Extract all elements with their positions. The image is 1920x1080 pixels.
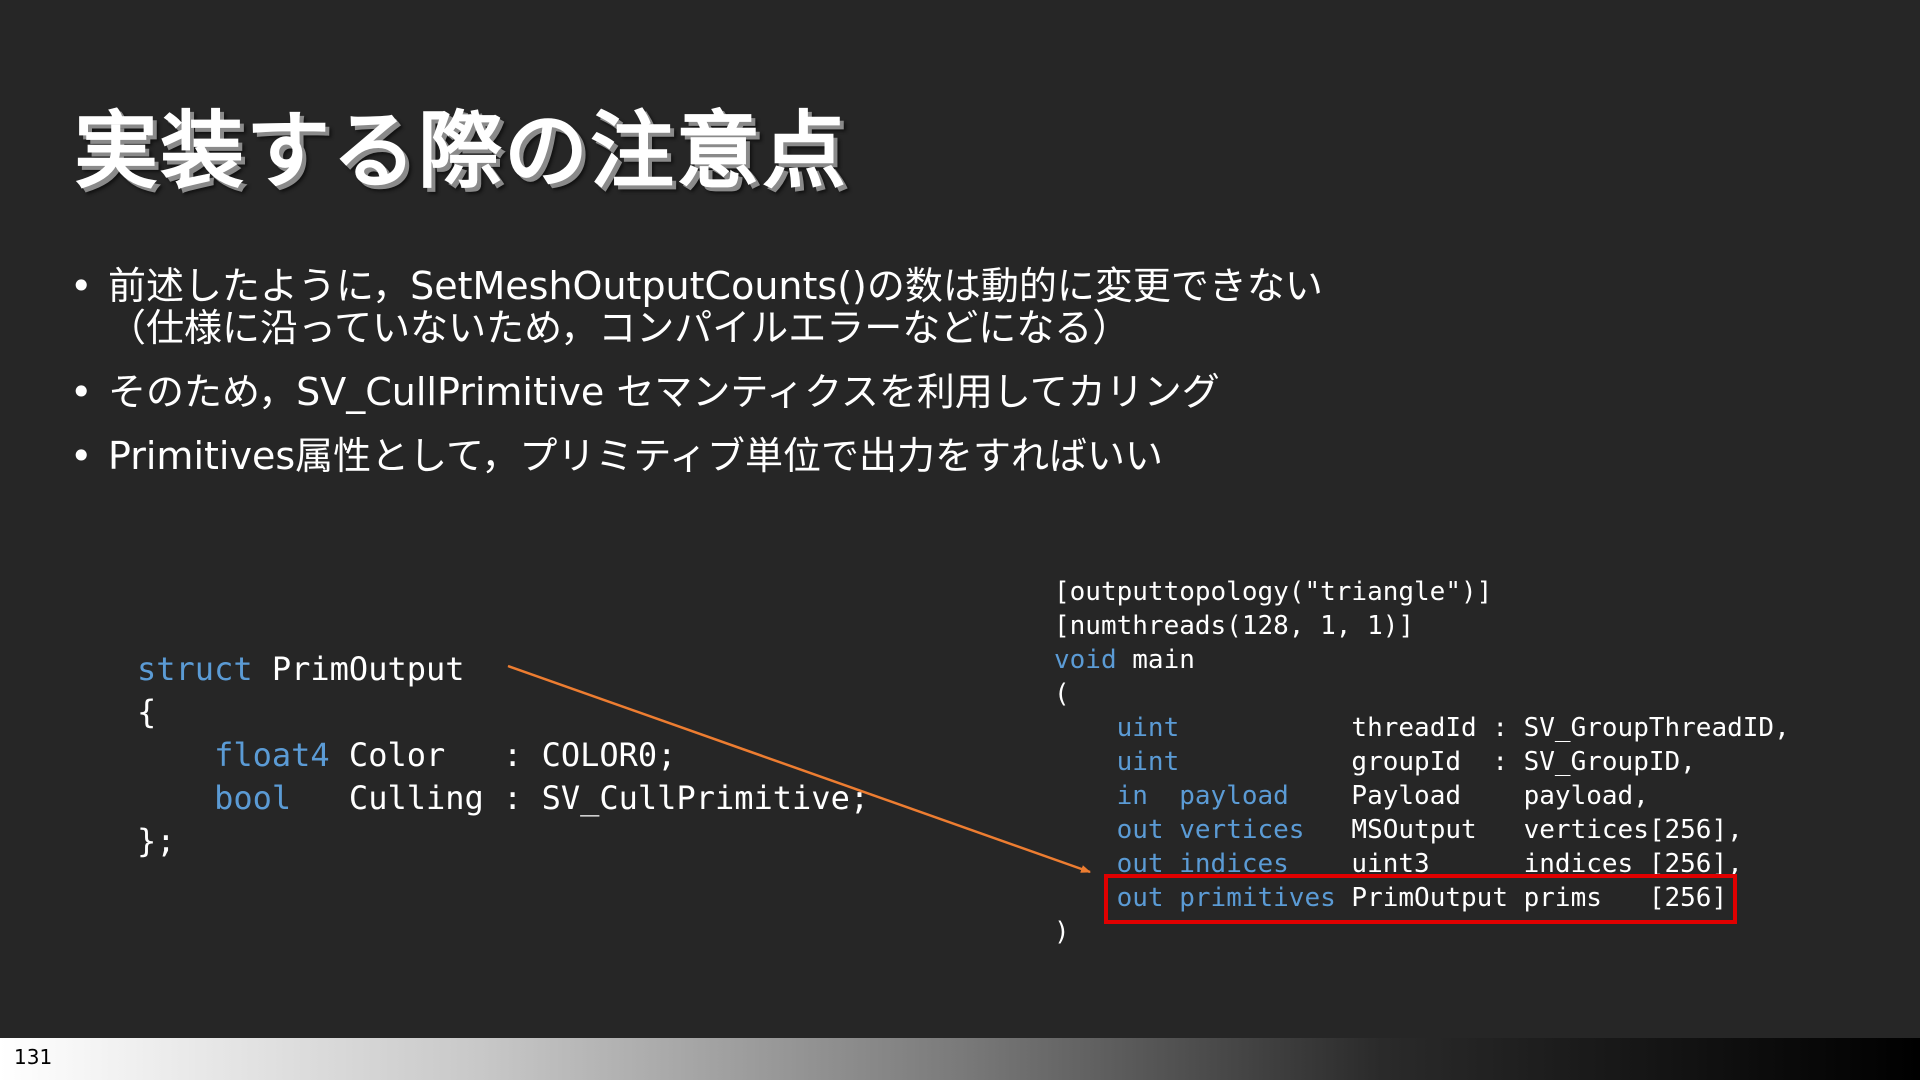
bullet-text-continuation: （仕様に沿っていないため，コンパイルエラーなどになる） (108, 306, 1131, 350)
code-text: Culling : SV_CullPrimitive; (291, 779, 870, 817)
code-keyword: struct (137, 650, 253, 688)
struct-code-block: struct PrimOutput{ float4 Color : COLOR0… (137, 648, 869, 863)
code-line: uint groupId : SV_GroupID, (1054, 745, 1790, 779)
bullet-marker: • (70, 434, 93, 478)
bullet-item: • Primitives属性として，プリミティブ単位で出力をすればいい (70, 435, 1850, 477)
code-keyword: in payload (1116, 781, 1289, 811)
highlight-box (1104, 874, 1737, 924)
code-keyword: uint (1116, 747, 1180, 777)
footer-gradient-bar (0, 1038, 1920, 1080)
code-keyword: bool (214, 779, 292, 817)
code-line: { (137, 693, 157, 731)
code-text: Color : COLOR0; (329, 736, 677, 774)
bullet-marker: • (70, 264, 93, 308)
code-keyword: void (1054, 645, 1117, 675)
code-line: void main (1054, 643, 1790, 677)
slide-title: 実装する際の注意点 (74, 102, 849, 200)
code-text: groupId : SV_GroupID, (1179, 747, 1696, 777)
slide: 実装する際の注意点 • 前述したように，SetMeshOutputCounts(… (0, 0, 1920, 1080)
code-line: [outputtopology("triangle")] (1054, 577, 1493, 607)
code-line: [numthreads(128, 1, 1)] (1054, 611, 1415, 641)
code-line: bool Culling : SV_CullPrimitive; (137, 777, 869, 820)
bullet-text: Primitives属性として，プリミティブ単位で出力をすればいい (108, 434, 1164, 478)
code-text: main (1116, 645, 1195, 675)
bullet-list: • 前述したように，SetMeshOutputCounts()の数は動的に変更で… (70, 265, 1850, 499)
code-text: MSOutput vertices[256], (1304, 815, 1743, 845)
code-text: threadId : SV_GroupThreadID, (1179, 713, 1790, 743)
bullet-text: 前述したように，SetMeshOutputCounts()の数は動的に変更できな… (108, 264, 1323, 308)
code-line: out vertices MSOutput vertices[256], (1054, 813, 1790, 847)
code-keyword: float4 (214, 736, 330, 774)
code-keyword: out vertices (1116, 815, 1305, 845)
code-line: struct PrimOutput (137, 648, 869, 691)
bullet-marker: • (70, 370, 93, 414)
bullet-text: そのため，SV_CullPrimitive セマンティクスを利用してカリング (108, 370, 1220, 414)
code-text: Payload payload, (1288, 781, 1649, 811)
bullet-item: • そのため，SV_CullPrimitive セマンティクスを利用してカリング (70, 371, 1850, 413)
code-line: }; (137, 822, 176, 860)
page-number: 131 (14, 1045, 53, 1069)
code-line: ( (1054, 679, 1070, 709)
code-line: in payload Payload payload, (1054, 779, 1790, 813)
code-keyword: uint (1116, 713, 1180, 743)
bullet-item: • 前述したように，SetMeshOutputCounts()の数は動的に変更で… (70, 265, 1850, 349)
code-line: float4 Color : COLOR0; (137, 734, 869, 777)
code-text: PrimOutput (252, 650, 465, 688)
code-line: uint threadId : SV_GroupThreadID, (1054, 711, 1790, 745)
